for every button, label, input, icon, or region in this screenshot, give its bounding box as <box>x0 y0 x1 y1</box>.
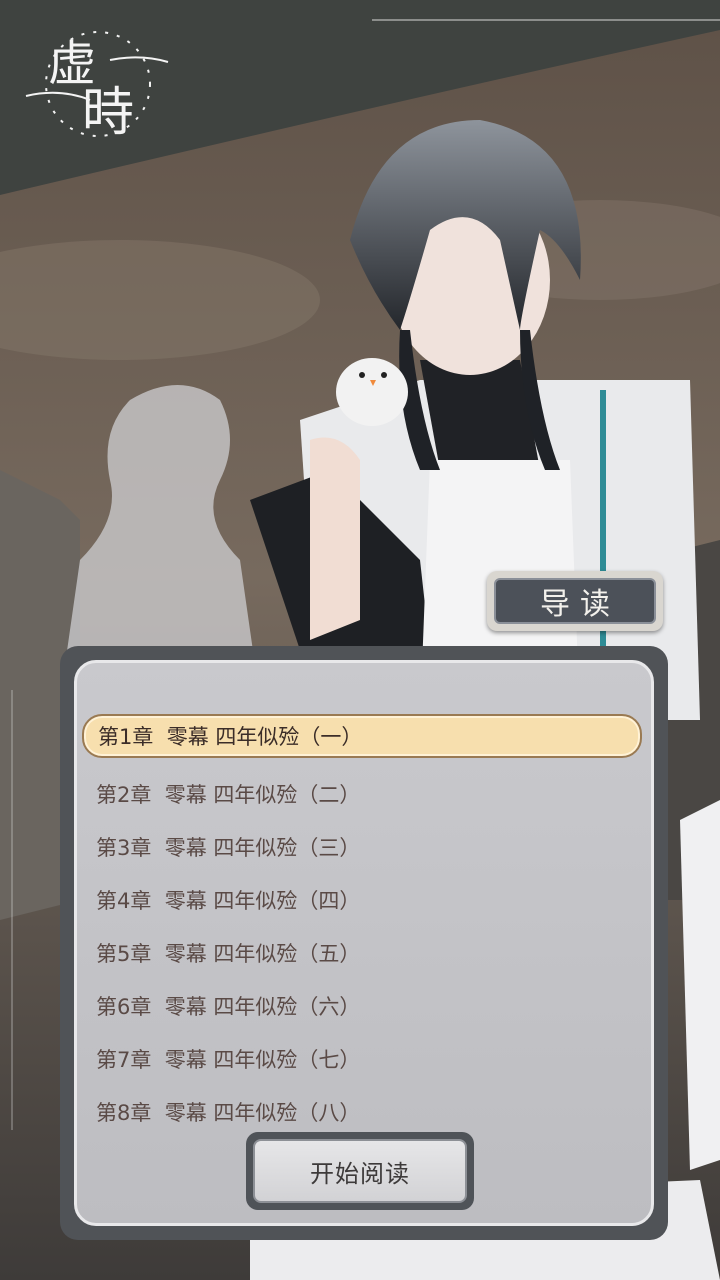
chapter-item-4[interactable]: 第4章 零幕 四年似殓（四） <box>82 873 642 926</box>
chapter-item-3[interactable]: 第3章 零幕 四年似殓（三） <box>82 820 642 873</box>
chapter-list: 第1章 零幕 四年似殓（一） 第2章 零幕 四年似殓（二） 第3章 零幕 四年似… <box>82 714 642 1138</box>
svg-text:時: 時 <box>82 83 134 143</box>
chapter-item-6[interactable]: 第6章 零幕 四年似殓（六） <box>82 979 642 1032</box>
start-reading-button[interactable]: 开始阅读 <box>246 1132 474 1210</box>
chapter-item-7[interactable]: 第7章 零幕 四年似殓（七） <box>82 1032 642 1085</box>
guide-button-label: 导读 <box>540 587 620 622</box>
guide-button-face: 导读 <box>494 578 656 624</box>
chapter-item-2[interactable]: 第2章 零幕 四年似殓（二） <box>82 767 642 820</box>
chapter-item-1[interactable]: 第1章 零幕 四年似殓（一） <box>82 714 642 758</box>
guide-button[interactable]: 导读 <box>487 571 663 631</box>
game-logo: 虚 時 <box>20 18 170 148</box>
start-reading-label: 开始阅读 <box>310 1159 410 1188</box>
chapter-item-8[interactable]: 第8章 零幕 四年似殓（八） <box>82 1085 642 1138</box>
start-reading-button-face: 开始阅读 <box>253 1139 467 1203</box>
chapter-item-5[interactable]: 第5章 零幕 四年似殓（五） <box>82 926 642 979</box>
